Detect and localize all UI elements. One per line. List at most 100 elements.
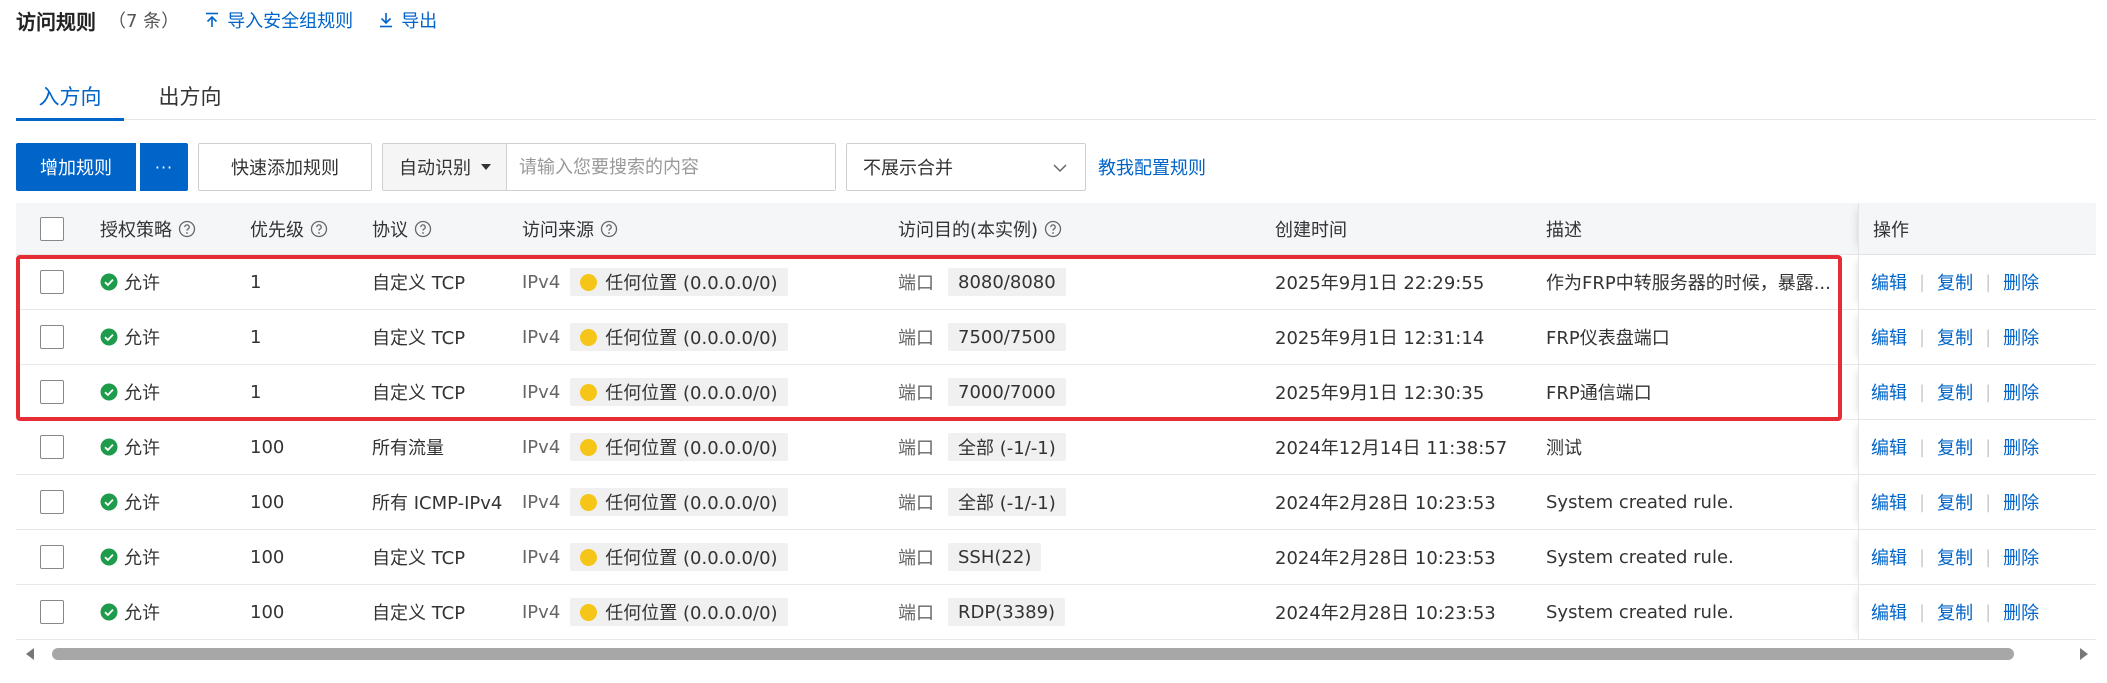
check-circle-icon [100,603,118,621]
ops-separator: | [1985,436,1992,458]
delete-button[interactable]: 删除 [2003,269,2039,295]
edit-button[interactable]: 编辑 [1871,434,1907,460]
source-type: IPv4 [522,546,561,568]
ops-separator: | [1985,601,1992,623]
copy-button[interactable]: 复制 [1937,599,1973,625]
created-cell: 2024年2月28日 10:23:53 [1275,603,1496,624]
source-cell: IPv4 任何位置 (0.0.0.0/0) [522,420,788,474]
search-input[interactable] [507,144,835,190]
source-text: 任何位置 (0.0.0.0/0) [605,438,778,459]
edit-button[interactable]: 编辑 [1871,379,1907,405]
delete-button[interactable]: 删除 [2003,599,2039,625]
merge-display-select[interactable]: 不展示合并 [846,143,1086,191]
source-cell: IPv4 任何位置 (0.0.0.0/0) [522,310,788,364]
tab-inbound[interactable]: 入方向 [16,72,124,121]
more-actions-button[interactable]: ··· [140,143,188,191]
direction-tabs: 入方向 出方向 [16,72,2096,121]
ops-separator: | [1919,601,1926,623]
policy-text: 允许 [124,493,160,514]
export-link[interactable]: 导出 [377,7,437,33]
col-source-label: 访问来源 [522,219,594,241]
source-text: 任何位置 (0.0.0.0/0) [605,548,778,569]
copy-button[interactable]: 复制 [1937,489,1973,515]
source-tag: 任何位置 (0.0.0.0/0) [570,378,788,406]
search-type-select[interactable]: 自动识别 [383,144,507,190]
port-label: 端口 [898,548,934,569]
protocol-cell: 所有 ICMP-IPv4 [372,493,503,514]
edit-button[interactable]: 编辑 [1871,599,1907,625]
ops-separator: | [1919,491,1926,513]
delete-button[interactable]: 删除 [2003,544,2039,570]
horizontal-scrollbar[interactable] [22,643,2092,665]
delete-button[interactable]: 删除 [2003,489,2039,515]
col-policy-label: 授权策略 [100,219,172,241]
config-help-link[interactable]: 教我配置规则 [1098,143,1206,191]
row-checkbox[interactable] [40,435,64,459]
edit-button[interactable]: 编辑 [1871,489,1907,515]
edit-button[interactable]: 编辑 [1871,544,1907,570]
row-checkbox[interactable] [40,600,64,624]
dest-cell: 端口 SSH(22) [898,530,1042,584]
source-tag: 任何位置 (0.0.0.0/0) [570,323,788,351]
ops-separator: | [1919,326,1926,348]
copy-button[interactable]: 复制 [1937,324,1973,350]
tab-outbound[interactable]: 出方向 [138,72,242,120]
warning-dot-icon [580,328,598,346]
policy-text: 允许 [124,548,160,569]
scrollbar-thumb[interactable] [52,648,2014,660]
table-row: 允许 100 所有流量 IPv4 任何位置 (0.0.0.0/0) 端口 全部 … [16,420,2096,475]
port-label: 端口 [898,383,934,404]
select-all-checkbox[interactable] [40,216,64,241]
question-circle-icon[interactable] [414,220,432,238]
edit-button[interactable]: 编辑 [1871,269,1907,295]
desc-cell: 测试 [1546,438,1582,459]
edit-button[interactable]: 编辑 [1871,324,1907,350]
delete-button[interactable]: 删除 [2003,434,2039,460]
protocol-cell: 所有流量 [372,438,444,459]
table-header: 授权策略 优先级 协议 访问来源 访问目的(本实例) 创建时间 描述 操作 [16,203,2096,255]
copy-button[interactable]: 复制 [1937,544,1973,570]
copy-button[interactable]: 复制 [1937,434,1973,460]
source-text: 任何位置 (0.0.0.0/0) [605,383,778,404]
ops-cell: 编辑 | 复制 | 删除 [1858,530,2096,584]
download-icon [380,13,393,28]
row-checkbox[interactable] [40,545,64,569]
port-tag: 全部 (-1/-1) [948,433,1066,461]
question-circle-icon[interactable] [178,220,196,238]
row-checkbox[interactable] [40,490,64,514]
policy-text: 允许 [124,603,160,624]
col-protocol: 协议 [372,203,432,254]
policy-cell: 允许 [100,365,160,419]
ops-separator: | [1919,271,1926,293]
col-priority: 优先级 [250,203,328,254]
arrow-up-icon [206,12,219,27]
source-cell: IPv4 任何位置 (0.0.0.0/0) [522,475,788,529]
check-circle-icon [100,273,118,291]
copy-button[interactable]: 复制 [1937,269,1973,295]
priority-cell: 100 [250,546,285,568]
scroll-right-arrow-icon[interactable] [2080,648,2088,660]
row-checkbox[interactable] [40,270,64,294]
table-row: 允许 1 自定义 TCP IPv4 任何位置 (0.0.0.0/0) 端口 75… [16,310,2096,365]
question-circle-icon[interactable] [600,220,618,238]
ops-separator: | [1919,381,1926,403]
chevron-down-icon [1053,164,1067,173]
policy-text: 允许 [124,438,160,459]
question-circle-icon[interactable] [1044,220,1062,238]
protocol-cell: 自定义 TCP [372,548,466,569]
desc-cell: System created rule. [1546,491,1734,513]
delete-button[interactable]: 删除 [2003,324,2039,350]
question-circle-icon[interactable] [310,220,328,238]
ops-separator: | [1985,326,1992,348]
delete-button[interactable]: 删除 [2003,379,2039,405]
add-rule-button[interactable]: 增加规则 [16,143,136,191]
created-cell: 2025年9月1日 22:29:55 [1275,273,1485,294]
ops-cell: 编辑 | 复制 | 删除 [1858,585,2096,639]
import-rules-link[interactable]: 导入安全组规则 [203,7,353,33]
quick-add-rule-button[interactable]: 快速添加规则 [198,143,372,191]
dest-cell: 端口 8080/8080 [898,255,1066,309]
copy-button[interactable]: 复制 [1937,379,1973,405]
scroll-left-arrow-icon[interactable] [26,648,34,660]
row-checkbox[interactable] [40,380,64,404]
row-checkbox[interactable] [40,325,64,349]
